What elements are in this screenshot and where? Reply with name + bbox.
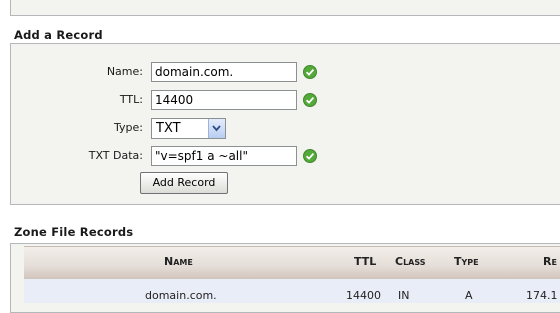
cell-class: IN xyxy=(398,289,410,302)
table-row: domain.com. 14400 IN A 174.1 xyxy=(24,279,560,303)
previous-panel xyxy=(10,0,560,16)
check-circle-icon xyxy=(303,93,317,107)
ttl-label: TTL: xyxy=(119,93,143,106)
check-circle-icon xyxy=(303,65,317,79)
add-record-button[interactable]: Add Record xyxy=(140,172,228,194)
ttl-input[interactable]: 14400 xyxy=(151,90,297,110)
txt-data-label: TXT Data: xyxy=(88,149,143,162)
check-circle-icon xyxy=(303,149,317,163)
column-header-type[interactable]: Type xyxy=(454,247,479,277)
ttl-row: TTL: 14400 xyxy=(11,89,560,111)
cell-name: domain.com. xyxy=(145,289,217,302)
name-input[interactable]: domain.com. xyxy=(151,62,297,82)
zone-records-heading: Zone File Records xyxy=(14,225,134,239)
add-record-form: Name: domain.com. TTL: 14400 Type: TXT T… xyxy=(10,43,560,205)
cell-record: 174.1 xyxy=(526,289,558,302)
type-row: Type: TXT xyxy=(11,117,560,139)
cell-type: A xyxy=(465,289,473,302)
type-label: Type: xyxy=(114,121,143,134)
column-header-class[interactable]: Class xyxy=(395,247,426,277)
name-row: Name: domain.com. xyxy=(11,61,560,83)
column-header-name[interactable]: Name xyxy=(164,247,193,277)
txt-data-row: TXT Data: "v=spf1 a ~all" xyxy=(11,145,560,167)
cell-ttl: 14400 xyxy=(346,289,381,302)
chevron-down-icon xyxy=(212,125,221,132)
type-select-value: TXT xyxy=(156,121,181,136)
column-header-record[interactable]: Re xyxy=(543,247,557,277)
name-label: Name: xyxy=(106,65,143,78)
type-select[interactable]: TXT xyxy=(151,118,226,139)
table-header: Name TTL Class Type Re xyxy=(24,246,560,280)
add-record-heading: Add a Record xyxy=(14,28,103,42)
column-header-ttl[interactable]: TTL xyxy=(354,247,376,277)
dropdown-button[interactable] xyxy=(208,119,225,138)
txt-data-input[interactable]: "v=spf1 a ~all" xyxy=(151,146,297,166)
